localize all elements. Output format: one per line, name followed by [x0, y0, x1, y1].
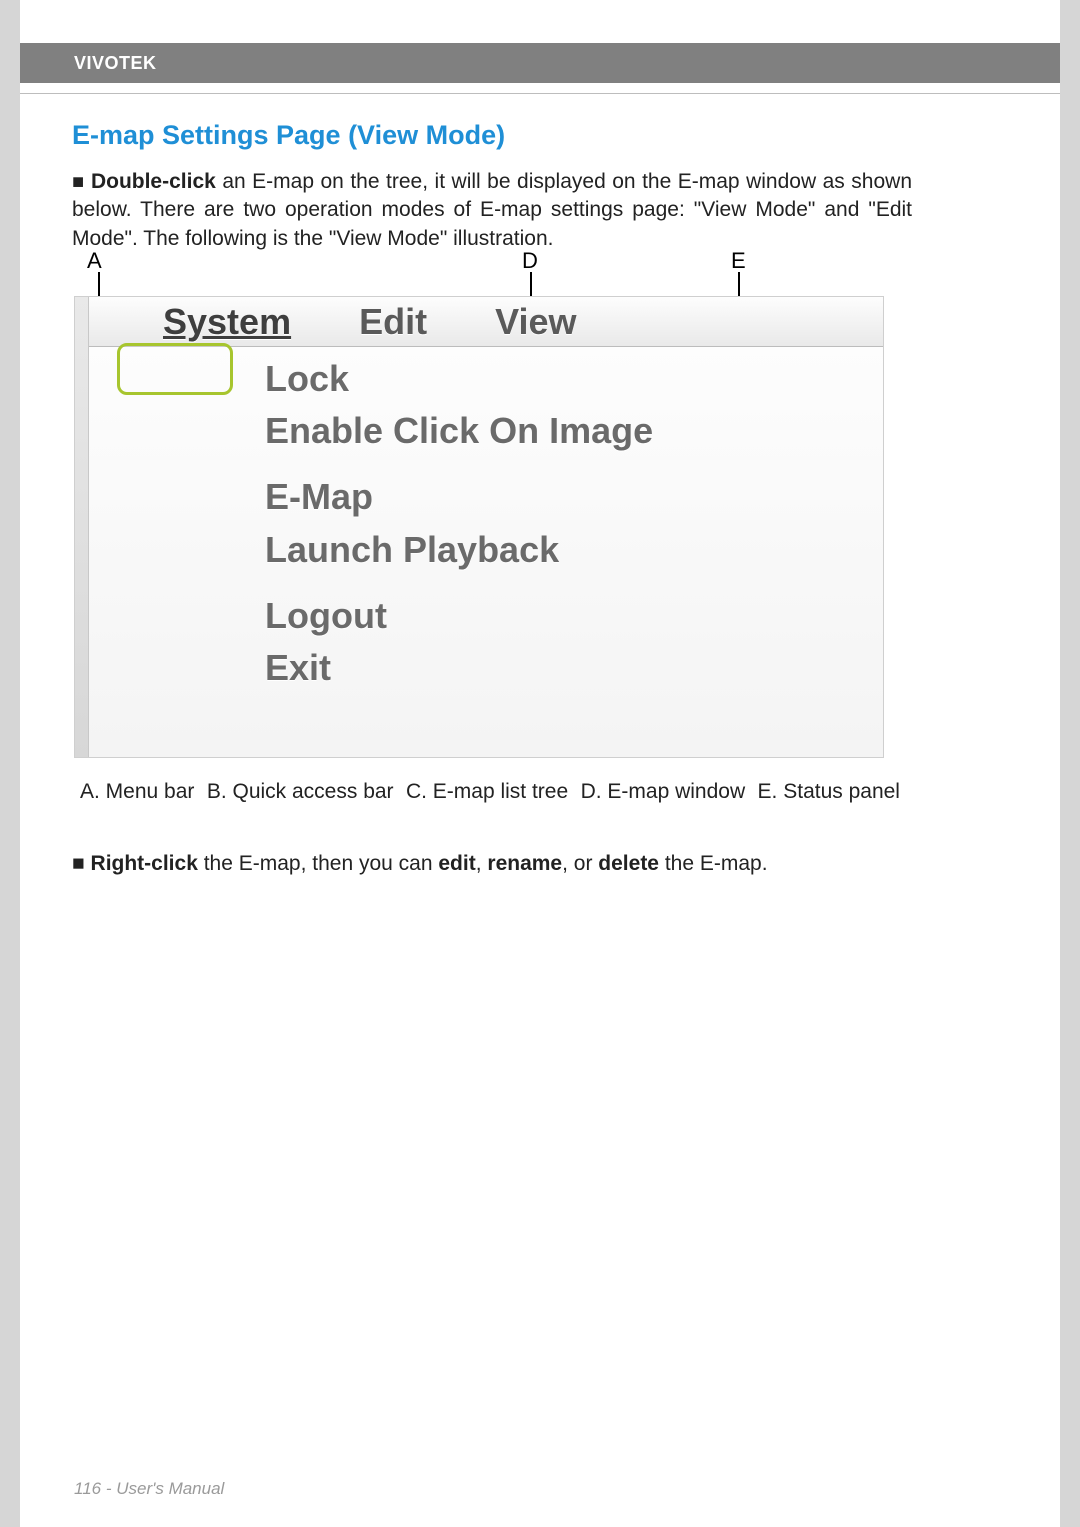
system-dropdown: Lock Enable Click On Image E-Map Launch …: [265, 353, 865, 708]
p2-mid: the E-map, then you can: [198, 852, 438, 875]
intro-paragraph: ■ Double-click an E-map on the tree, it …: [72, 168, 912, 253]
callout-label-a: A: [87, 248, 102, 274]
menu-system[interactable]: System: [157, 297, 297, 347]
callout-line-e: [738, 272, 740, 298]
menu-item-launch-playback[interactable]: Launch Playback: [265, 524, 865, 576]
bullet-icon: ■: [72, 852, 91, 875]
callout-label-e: E: [731, 248, 746, 274]
callout-label-d: D: [522, 248, 538, 274]
menu-item-logout[interactable]: Logout: [265, 590, 865, 642]
bullet-icon: ■: [72, 171, 91, 193]
menu-view[interactable]: View: [489, 297, 582, 347]
p2-edit: edit: [438, 852, 475, 875]
double-click-bold: Double-click: [91, 170, 216, 193]
p2-post: the E-map.: [659, 852, 768, 875]
legend-b: B. Quick access bar: [207, 780, 394, 804]
menu-item-e-map[interactable]: E-Map: [265, 471, 865, 523]
right-click-bold: Right-click: [91, 852, 198, 875]
section-title: E-map Settings Page (View Mode): [72, 120, 505, 151]
menubar: System Edit View: [89, 297, 883, 347]
p2-s2: , or: [562, 852, 598, 875]
legend-a: A. Menu bar: [80, 780, 194, 804]
callout-labels-top: A D E: [87, 248, 787, 270]
dropdown-group-1: Lock Enable Click On Image: [265, 353, 865, 457]
legend-e: E. Status panel: [758, 780, 900, 804]
dropdown-group-2: E-Map Launch Playback: [265, 471, 865, 575]
p2-s1: ,: [476, 852, 488, 875]
legend-row: A. Menu bar B. Quick access bar C. E-map…: [80, 780, 900, 804]
rightclick-paragraph: ■ Right-click the E-map, then you can ed…: [72, 850, 912, 878]
header-rule: [20, 93, 1060, 94]
header-band: VIVOTEK: [20, 43, 1060, 83]
dropdown-group-3: Logout Exit: [265, 590, 865, 694]
menu-item-exit[interactable]: Exit: [265, 642, 865, 694]
legend-c: C. E-map list tree: [406, 780, 568, 804]
screenshot-left-rail: [75, 297, 89, 757]
callout-line-a: [98, 272, 100, 298]
p2-delete: delete: [598, 852, 659, 875]
menu-item-enable-click-on-image[interactable]: Enable Click On Image: [265, 405, 865, 457]
header-brand: VIVOTEK: [74, 53, 157, 74]
p2-rename: rename: [487, 852, 562, 875]
page-footer: 116 - User's Manual: [74, 1479, 224, 1499]
menu-edit[interactable]: Edit: [353, 297, 433, 347]
legend-d: D. E-map window: [581, 780, 746, 804]
manual-page: VIVOTEK E-map Settings Page (View Mode) …: [20, 0, 1060, 1527]
quick-access-bar-highlight: [117, 343, 233, 395]
menu-item-lock[interactable]: Lock: [265, 353, 865, 405]
embedded-screenshot: System Edit View Lock Enable Click On Im…: [74, 296, 884, 758]
